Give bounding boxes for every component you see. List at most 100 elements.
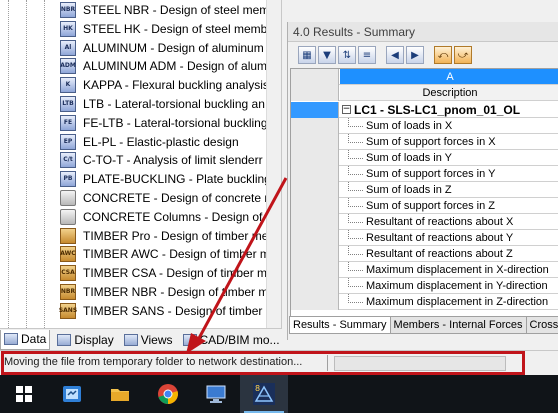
start-button[interactable] (0, 375, 48, 413)
taskbar: 8 (0, 375, 558, 413)
results-summary-panel: 4.0 Results - Summary ▦ ▼ ⇅ ≡ ◀ ▶ ⤺ ⤻ A … (287, 22, 558, 340)
table-row[interactable]: Resultant of reactions about X (291, 214, 558, 230)
taskbar-item-rfem[interactable]: 8 (240, 375, 288, 413)
file-explorer-icon (63, 386, 81, 402)
table-row[interactable]: Maximum displacement in X-direction (291, 262, 558, 278)
row-header[interactable] (291, 198, 339, 214)
navigator-item[interactable]: Al ALUMINUM - Design of aluminum (60, 39, 264, 57)
navigator-item[interactable]: TIMBER Pro - Design of timber me (60, 227, 268, 245)
taskbar-item-remote-desktop[interactable] (192, 375, 240, 413)
table-row[interactable]: Sum of support forces in X (291, 134, 558, 150)
load-case-label: LC1 - SLS-LC1_pnom_01_OL (354, 102, 521, 117)
row-header[interactable] (291, 182, 339, 198)
navigator-item[interactable]: EP EL-PL - Elastic-plastic design (60, 133, 239, 151)
navigator-panel: NBR STEEL NBR - Design of steel memb HK STE… (0, 0, 282, 328)
navigator-item-label: TIMBER SANS - Design of timber m (83, 303, 276, 318)
row-header[interactable] (291, 294, 339, 310)
previous-table-icon[interactable]: ◀ (386, 46, 404, 64)
row-header[interactable] (291, 230, 339, 246)
description-cell: Maximum displacement in Z-direction (340, 294, 558, 309)
navigator-item-label: PLATE-BUCKLING - Plate buckling (83, 172, 271, 187)
tab-label: CAD/BIM mo... (199, 332, 280, 347)
tab-results-summary[interactable]: Results - Summary (289, 317, 391, 334)
row-header[interactable] (291, 278, 339, 294)
table-row[interactable]: Sum of loads in X (291, 118, 558, 134)
column-a-header[interactable]: A (340, 69, 558, 84)
table-row[interactable]: Maximum displacement in Z-direction (291, 294, 558, 310)
concrete-icon (60, 190, 76, 206)
navigator-item[interactable]: CONCRETE - Design of concrete m (60, 189, 274, 207)
navigator-item-label: KAPPA - Flexural buckling analysis (83, 78, 269, 93)
taskbar-item-explorer-folder[interactable] (96, 375, 144, 413)
taskbar-item-file-explorer[interactable] (48, 375, 96, 413)
export-excel-icon[interactable]: ▦ (298, 46, 316, 64)
table-row[interactable]: Resultant of reactions about Z (291, 246, 558, 262)
navigator-scrollbar[interactable] (266, 0, 281, 328)
filter-icon[interactable]: ▼ (318, 46, 336, 64)
row-header[interactable] (291, 262, 339, 278)
description-cell: Sum of loads in X (340, 118, 558, 133)
navigator-item[interactable]: LTB LTB - Lateral-torsional buckling an (60, 95, 265, 113)
load-case-group-row[interactable]: − LC1 - SLS-LC1_pnom_01_OL (291, 102, 558, 118)
table-settings-icon[interactable]: ≡ (358, 46, 376, 64)
sort-icon[interactable]: ⇅ (338, 46, 356, 64)
navigator-item-label: STEEL NBR - Design of steel memb (83, 3, 276, 17)
navigator-item[interactable]: AWC TIMBER AWC - Design of timber m (60, 245, 270, 263)
kappa-icon: K (60, 77, 76, 94)
description-cell: Maximum displacement in Y-direction (340, 278, 558, 293)
navigator-item[interactable]: SANS TIMBER SANS - Design of timber m (59, 302, 276, 320)
navigator-item[interactable]: FE FE-LTB - Lateral-torsional buckling (60, 114, 268, 132)
description-cell: Sum of loads in Y (340, 150, 558, 165)
navigator-item[interactable]: C/t C-TO-T - Analysis of limit slenderr (60, 151, 263, 169)
data-tab-icon (4, 333, 18, 345)
timber-awc-icon: AWC (60, 246, 76, 263)
navigator-item[interactable]: NBR TIMBER NBR - Design of timber m (60, 283, 268, 301)
next-table-icon[interactable]: ▶ (406, 46, 424, 64)
tab-display[interactable]: Display (54, 330, 116, 350)
row-header[interactable] (291, 150, 339, 166)
tab-label: Data (21, 332, 47, 346)
navigator-item-label: LTB - Lateral-torsional buckling an (83, 97, 265, 111)
chrome-icon (158, 384, 178, 404)
show-results-icon[interactable]: ⤻ (454, 46, 472, 64)
table-row[interactable]: Sum of loads in Z (291, 182, 558, 198)
table-row[interactable]: Maximum displacement in Y-direction (291, 278, 558, 294)
row-header[interactable] (291, 214, 339, 230)
navigator-item[interactable]: NBR STEEL NBR - Design of steel memb (60, 1, 276, 19)
navigator-item[interactable]: PB PLATE-BUCKLING - Plate buckling (60, 170, 271, 188)
status-divider (327, 355, 328, 371)
description-cell: Maximum displacement in X-direction (340, 262, 558, 277)
row-header[interactable] (291, 134, 339, 150)
navigator-item[interactable]: CSA TIMBER CSA - Design of timber m (60, 264, 267, 282)
navigator-item[interactable]: CONCRETE Columns - Design of c (60, 208, 272, 226)
tab-cad-bim[interactable]: CAD/BIM mo... (180, 330, 283, 350)
tab-label: Display (74, 332, 114, 347)
taskbar-item-chrome[interactable] (144, 375, 192, 413)
table-row[interactable]: Sum of loads in Y (291, 150, 558, 166)
table-row[interactable]: Sum of support forces in Y (291, 166, 558, 182)
collapse-icon[interactable]: − (342, 105, 351, 114)
panel-title: 4.0 Results - Summary (288, 22, 558, 42)
tab-members-internal-forces[interactable]: Members - Internal Forces (389, 317, 527, 334)
navigator-item[interactable]: ADM ALUMINUM ADM - Design of aluminum (60, 57, 281, 75)
timber-nbr-icon: NBR (60, 284, 76, 300)
navigator-item-label: ALUMINUM - Design of aluminum (83, 40, 264, 55)
tab-data[interactable]: Data (0, 329, 51, 350)
table-row[interactable]: Sum of support forces in Z (291, 198, 558, 214)
explorer-folder-icon (111, 389, 129, 401)
row-header-selected[interactable] (291, 102, 339, 118)
tab-cross-sections[interactable]: Cross-S (525, 317, 558, 334)
app-window: NBR STEEL NBR - Design of steel memb HK STE… (0, 0, 558, 413)
status-message: Moving the file from temporary folder to… (4, 356, 303, 368)
navigator-item[interactable]: K KAPPA - Flexural buckling analysis (60, 76, 269, 94)
row-header[interactable] (291, 246, 339, 262)
row-header[interactable] (291, 118, 339, 134)
row-header[interactable] (291, 166, 339, 182)
table-row[interactable]: Resultant of reactions about Y (291, 230, 558, 246)
tab-views[interactable]: Views (121, 330, 176, 350)
rfem-icon: 8 (253, 383, 275, 405)
navigator-tabs: Data Display Views CAD/BIM mo... (0, 328, 282, 350)
description-header[interactable]: Description (340, 85, 558, 100)
navigator-item[interactable]: HK STEEL HK - Design of steel membe (60, 20, 274, 38)
hide-results-icon[interactable]: ⤺ (434, 46, 452, 64)
